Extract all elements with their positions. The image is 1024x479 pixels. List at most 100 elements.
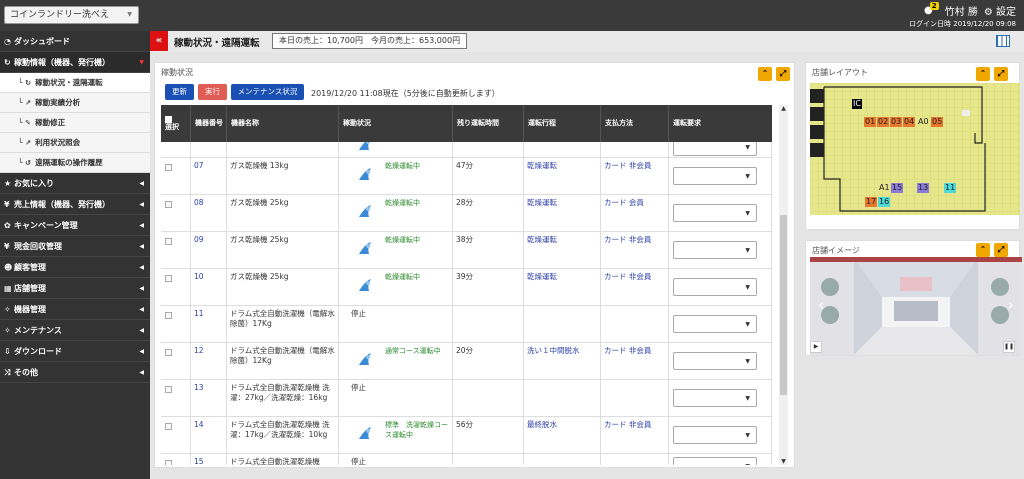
sidebar-item-operation-info[interactable]: ↻ 稼動情報（機器、発行機） ▼: [0, 52, 150, 73]
payment-method: カード 会員: [604, 198, 644, 207]
sidebar-item-sales[interactable]: ¥ 売上情報（機器、発行機） ◀: [0, 194, 150, 215]
refresh-icon: ↻: [25, 79, 32, 87]
table-row[interactable]: 13 ドラム式全自動洗濯乾燥機 洗濯：27kg／洗濯乾燥：16kg 停止 ▼: [161, 380, 772, 417]
layout-label-15[interactable]: 15: [891, 183, 904, 193]
row-checkbox[interactable]: [165, 349, 172, 356]
layout-label-16[interactable]: 16: [878, 197, 891, 207]
sidebar-item-stores[interactable]: ▦ 店舗管理 ◀: [0, 278, 150, 299]
layout-label-04[interactable]: 04: [903, 117, 916, 127]
chevron-left-icon[interactable]: ‹: [818, 295, 824, 314]
layout-panel: 店舗レイアウト ⌃ ⤢ IC 01 02 03 04 A0 05 A1 15 1…: [805, 62, 1020, 230]
settings-button[interactable]: ⚙ 設定: [984, 3, 1016, 18]
row-checkbox[interactable]: [165, 238, 172, 245]
layout-label-a1[interactable]: A1: [878, 183, 891, 193]
layout-collapse-button[interactable]: ⌃: [976, 67, 990, 81]
sidebar-subitem-usage[interactable]: └ ↗ 利用状況照会: [0, 133, 150, 153]
operation-request-select[interactable]: ▼: [673, 278, 757, 296]
user-name[interactable]: 竹村 勝: [945, 3, 978, 18]
sidebar-subitem-performance[interactable]: └ ↗ 稼動実績分析: [0, 93, 150, 113]
equipment-number-link[interactable]: 14: [194, 420, 204, 429]
equipment-number-link[interactable]: 12: [194, 346, 204, 355]
update-button[interactable]: 更新: [165, 84, 194, 100]
layout-label-13[interactable]: 13: [917, 183, 930, 193]
table-row[interactable]: 15 ドラム式全自動洗濯乾燥機 停止 ▼: [161, 454, 772, 465]
execute-button[interactable]: 実行: [198, 84, 227, 100]
layout-label-17[interactable]: 17: [865, 197, 878, 207]
operation-request-select[interactable]: ▼: [673, 426, 757, 444]
collapse-button[interactable]: ⌃: [758, 67, 772, 81]
row-checkbox[interactable]: [165, 164, 172, 171]
layout-label-03[interactable]: 03: [890, 117, 903, 127]
layout-label-a0[interactable]: A0: [917, 117, 930, 127]
operation-request-select[interactable]: ▼: [673, 241, 757, 259]
operation-request-select[interactable]: ▼: [673, 204, 757, 222]
row-checkbox[interactable]: [165, 460, 172, 465]
chevron-down-icon: ▼: [745, 247, 750, 254]
select-all-checkbox[interactable]: [165, 115, 172, 123]
table-row[interactable]: 08 ガス乾燥機 25kg 乾燥運転中 28分 乾燥運転 カード 会員 ▼: [161, 195, 772, 232]
sales-summary: 本日の売上：10,700円 今月の売上：653,000円: [272, 33, 468, 49]
image-collapse-button[interactable]: ⌃: [976, 243, 990, 257]
sidebar-item-other[interactable]: ⤨ その他 ◀: [0, 362, 150, 383]
process-text: 乾燥運転: [527, 161, 557, 170]
row-checkbox[interactable]: [165, 201, 172, 208]
layout-label-01[interactable]: 01: [864, 117, 877, 127]
table-row[interactable]: 09 ガス乾燥機 25kg 乾燥運転中 38分 乾燥運転 カード 非会員 ▼: [161, 232, 772, 269]
pause-icon[interactable]: ❚❚: [1003, 341, 1015, 353]
equipment-number-link[interactable]: 15: [194, 457, 204, 465]
operation-request-select[interactable]: ▼: [673, 167, 757, 185]
sidebar-subitem-status-remote[interactable]: └ ↻ 稼動状況・遠隔運転: [0, 73, 150, 93]
store-select[interactable]: コインランドリー洗べえ ▼: [4, 6, 139, 24]
row-checkbox[interactable]: [165, 312, 172, 319]
layout-expand-button[interactable]: ⤢: [994, 67, 1008, 81]
chevron-left-icon: ◀: [139, 369, 144, 376]
maintenance-status-button[interactable]: メンテナンス状況: [231, 84, 304, 100]
table-row[interactable]: ▼: [161, 142, 772, 158]
sidebar-subitem-correction[interactable]: └ ✎ 稼動修正: [0, 113, 150, 133]
table-scrollbar[interactable]: ▲ ▼: [779, 105, 788, 465]
sidebar-item-campaign[interactable]: ✿ キャンペーン管理 ◀: [0, 215, 150, 236]
row-checkbox[interactable]: [165, 386, 172, 393]
table-row[interactable]: 14 ドラム式全自動洗濯乾燥機 洗濯：17kg／洗濯乾燥：10kg 標準 洗濯乾燥コ…: [161, 417, 772, 454]
equipment-number-link[interactable]: 07: [194, 161, 204, 170]
table-row[interactable]: 07 ガス乾燥機 13kg 乾燥運転中 47分 乾燥運転 カード 非会員 ▼: [161, 158, 772, 195]
equipment-number-link[interactable]: 13: [194, 383, 204, 392]
operation-request-select[interactable]: ▼: [673, 142, 757, 156]
sidebar-item-cash[interactable]: ¥ 現金回収管理 ◀: [0, 236, 150, 257]
operation-request-select[interactable]: ▼: [673, 457, 757, 465]
grid-view-icon[interactable]: [996, 35, 1010, 47]
play-icon[interactable]: ▶: [810, 341, 822, 353]
sidebar-item-maintenance[interactable]: ✧ メンテナンス ◀: [0, 320, 150, 341]
edit-icon: ✎: [25, 119, 32, 127]
row-checkbox[interactable]: [165, 423, 172, 430]
equipment-number-link[interactable]: 08: [194, 198, 204, 207]
table-row[interactable]: 11 ドラム式全自動洗濯機（電解水除菌）17Kg 停止 ▼: [161, 306, 772, 343]
sidebar-item-download[interactable]: ⇩ ダウンロード ◀: [0, 341, 150, 362]
scroll-down-icon[interactable]: ▼: [779, 458, 788, 465]
sidebar-item-dashboard[interactable]: ◔ ダッシュボード: [0, 31, 150, 52]
sidebar-item-favorites[interactable]: ★ お気に入り ◀: [0, 173, 150, 194]
back-button[interactable]: «: [150, 31, 168, 51]
table-row[interactable]: 10 ガス乾燥機 25kg 乾燥運転中 39分 乾燥運転 カード 非会員 ▼: [161, 269, 772, 306]
scroll-up-icon[interactable]: ▲: [779, 105, 788, 112]
equipment-number-link[interactable]: 11: [194, 309, 204, 318]
chevron-right-icon[interactable]: ›: [1008, 295, 1014, 314]
row-checkbox[interactable]: [165, 275, 172, 282]
expand-button[interactable]: ⤢: [776, 67, 790, 81]
scroll-thumb[interactable]: [780, 215, 787, 395]
equipment-number-link[interactable]: 09: [194, 235, 204, 244]
operation-request-select[interactable]: ▼: [673, 315, 757, 333]
user-icon[interactable]: ●2: [924, 2, 939, 16]
table-row[interactable]: 12 ドラム式全自動洗濯機（電解水除菌）12Kg 通常コース運転中 20分 洗い１中間脱…: [161, 343, 772, 380]
sidebar-item-equipment[interactable]: ✧ 機器管理 ◀: [0, 299, 150, 320]
sidebar-subitem-history[interactable]: └ ↺ 遠隔運転の操作履歴: [0, 153, 150, 173]
image-expand-button[interactable]: ⤢: [994, 243, 1008, 257]
layout-label-02[interactable]: 02: [877, 117, 890, 127]
operation-request-select[interactable]: ▼: [673, 389, 757, 407]
equipment-number-link[interactable]: 10: [194, 272, 204, 281]
layout-label-11[interactable]: 11: [944, 183, 957, 193]
layout-label-ic[interactable]: IC: [852, 99, 862, 109]
operation-request-select[interactable]: ▼: [673, 352, 757, 370]
sidebar-item-customers[interactable]: ☻ 顧客管理 ◀: [0, 257, 150, 278]
layout-label-05[interactable]: 05: [931, 117, 944, 127]
